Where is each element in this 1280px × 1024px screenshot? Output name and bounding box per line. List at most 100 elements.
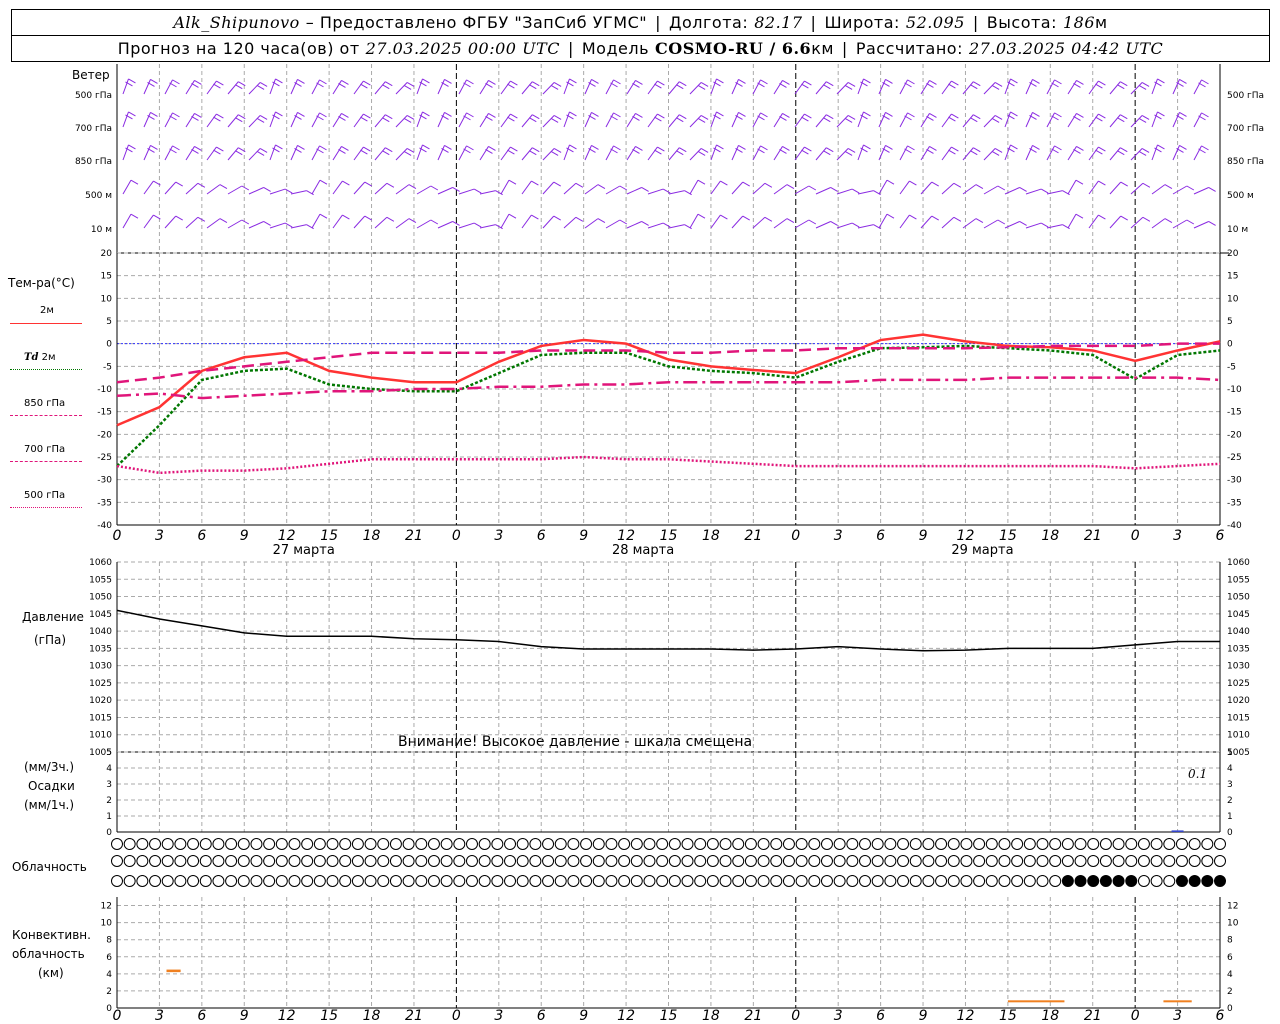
wind-barb-flag [885, 78, 893, 84]
cloud-circle [668, 855, 681, 867]
x-tick-label-bottom: 18 [1041, 1008, 1059, 1024]
wind-barb-flag [782, 112, 790, 118]
wind-barb-shaft [878, 179, 888, 195]
wind-barb-shaft [1046, 224, 1063, 229]
cloud-cover-icon [795, 875, 808, 887]
cloud-cover-icon [187, 838, 200, 850]
cloud-circle [1214, 838, 1226, 850]
cloud-circle [187, 838, 200, 850]
wind-barb-shaft [500, 80, 511, 95]
wind-barb [1088, 214, 1106, 229]
wind-barb-flag [553, 148, 562, 153]
wind-barb [500, 80, 518, 95]
cloud-circle [1188, 855, 1201, 867]
cloud-cover-icon [744, 875, 757, 887]
temp-ytick-right: -20 [1227, 430, 1242, 440]
pres-ytick-right: 1010 [1227, 731, 1250, 741]
wind-barb-flag [194, 145, 202, 151]
cloud-cover-icon [998, 875, 1011, 887]
wind-barb-flag [1141, 115, 1150, 120]
wind-barb [353, 215, 372, 229]
wind-barb-shaft [1088, 214, 1099, 229]
cloud-cover-icon [111, 875, 123, 887]
wind-barb-flag [403, 118, 412, 123]
cloud-circle [935, 838, 948, 850]
wind-barb-flag [804, 146, 812, 152]
wind-level-label-left: 500 гПа [75, 91, 112, 101]
cloud-cover-icon [935, 875, 948, 887]
wind-barb-flag [851, 222, 860, 228]
wind-barb [395, 148, 415, 161]
temp-ytick-right: 5 [1227, 317, 1233, 327]
cloud-circle [136, 855, 149, 867]
cloud-circle [833, 875, 846, 887]
wind-barb-flag [760, 145, 768, 151]
wind-barb [605, 145, 621, 161]
cloud-cover-icon [1061, 855, 1074, 867]
cloud-circle [427, 875, 440, 887]
cloud-cover-icon [643, 838, 656, 850]
wind-barb [752, 145, 768, 161]
wind-barb-shaft [248, 115, 261, 128]
wind-barb-shaft [563, 78, 570, 95]
wind-barb [227, 185, 250, 195]
wind-barb-flag [830, 221, 838, 226]
wind-barb-flag [1073, 148, 1081, 154]
wind-barb-flag [1054, 112, 1062, 118]
wind-barb-flag [319, 213, 328, 219]
wind-barb [794, 80, 812, 95]
wind-barb [731, 78, 746, 95]
cloud-cover-icon [859, 855, 872, 867]
wind-barb [395, 115, 415, 128]
wind-barb-shaft [584, 145, 592, 161]
wind-barb-flag [128, 144, 136, 150]
temp-ytick-left: -20 [97, 430, 112, 440]
cloud-circle [859, 838, 872, 850]
wind-barb-flag [1098, 146, 1106, 152]
wind-barb-shaft [437, 145, 445, 161]
cloud-cover-icon [580, 875, 593, 887]
wind-barb [899, 79, 915, 95]
wind-barb-shaft [143, 145, 151, 161]
wind-barb-shaft [605, 145, 614, 161]
wind-barb [458, 222, 482, 229]
wind-barb-shaft [626, 187, 642, 195]
cloud-cover-icon [1036, 855, 1049, 867]
wind-barb-shaft [521, 114, 533, 128]
cloud-cover-icon [504, 838, 517, 850]
wind-barb-flag [679, 147, 687, 153]
cloud-cover-icon [1099, 855, 1112, 867]
wind-barb [605, 112, 621, 128]
wind-barb [794, 219, 817, 229]
wind-barb-shaft [878, 112, 886, 128]
cloud-cover-icon [199, 875, 212, 887]
wind-level-label-left: 500 м [85, 191, 112, 201]
cloud-circle [225, 875, 238, 887]
wind-barb [479, 79, 496, 95]
wind-barb-shaft [899, 180, 910, 195]
cloud-circle [1036, 875, 1049, 887]
wind-barb-flag [406, 148, 415, 153]
wind-barb-flag [466, 145, 474, 151]
x-tick-label-top: 3 [155, 528, 164, 544]
wind-barb [269, 188, 293, 195]
conv-ytick-right: 6 [1227, 953, 1233, 963]
wind-barb-shaft [353, 215, 366, 229]
x-tick-label-bottom: 3 [1173, 1008, 1182, 1024]
cloud-circle [605, 855, 618, 867]
cloud-cover-icon [732, 838, 745, 850]
conv-ytick-right: 12 [1227, 902, 1238, 912]
prec-ytick-right: 2 [1227, 796, 1233, 806]
wind-barb [1004, 221, 1027, 229]
wind-barb-flag [169, 148, 177, 154]
pres-ytick-left: 1060 [89, 558, 112, 568]
cloud-circle [161, 875, 174, 887]
conv-ytick-left: 4 [106, 970, 112, 980]
wind-barb-flag [316, 148, 324, 154]
wind-barb-flag [742, 215, 750, 221]
wind-barb-shaft [122, 78, 129, 95]
wind-barb-shaft [374, 114, 386, 128]
cloud-cover-icon [1150, 838, 1163, 850]
cloud-circle [808, 838, 821, 850]
x-tick-label-top: 12 [957, 528, 975, 544]
